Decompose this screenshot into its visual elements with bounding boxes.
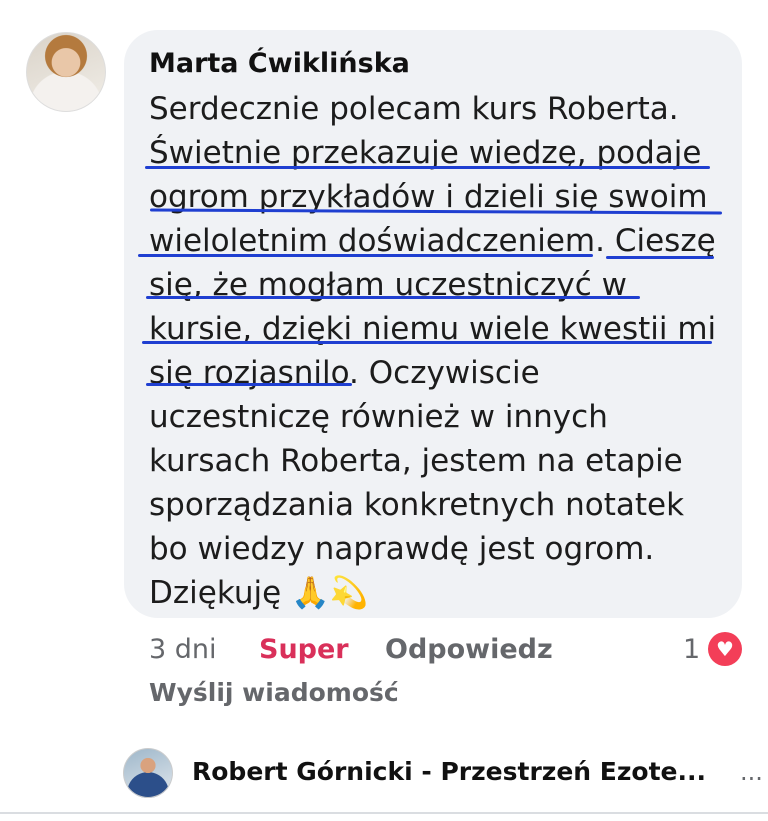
comment-line: się rozjasnilo. Oczywiscie [149, 355, 540, 391]
comment-line: kursie, dzięki niemu wiele kwestii mi [149, 311, 717, 347]
reply-button[interactable]: Odpowiedz [385, 634, 553, 665]
comment-line: Dziękuję 🙏💫 [149, 575, 369, 611]
reply-author-avatar[interactable] [123, 748, 173, 798]
heart-icon[interactable]: ♥ [708, 632, 742, 666]
comment-line: sporządzania konkretnych notatek [149, 487, 685, 523]
comment-author[interactable]: Marta Ćwiklińska [149, 48, 410, 79]
super-reaction-button[interactable]: Super [259, 634, 349, 665]
send-message-link[interactable]: Wyślij wiadomość [149, 678, 399, 707]
comment-line: się, że mogłam uczestniczyć w [149, 267, 627, 303]
comment-line: bo wiedzy naprawdę jest ogrom. [149, 531, 655, 567]
underline-mark [146, 383, 352, 386]
commenter-avatar[interactable] [26, 32, 106, 112]
underline-mark [146, 296, 640, 299]
underline-mark [142, 341, 712, 344]
timestamp[interactable]: 3 dni [149, 634, 217, 665]
divider [0, 812, 768, 814]
underline-mark [138, 254, 593, 257]
comment-line: uczestniczę również w innych [149, 399, 608, 435]
more-options-icon[interactable]: ... [740, 758, 763, 786]
reaction-count[interactable]: 1 [683, 634, 700, 665]
comment-line: kursach Roberta, jestem na etapie [149, 443, 683, 479]
comment-line: Serdecznie polecam kurs Roberta. [149, 91, 679, 127]
underline-mark [606, 256, 714, 259]
reply-author-name[interactable]: Robert Górnicki - Przestrzeń Ezote... [192, 757, 706, 786]
underline-mark [145, 166, 710, 169]
